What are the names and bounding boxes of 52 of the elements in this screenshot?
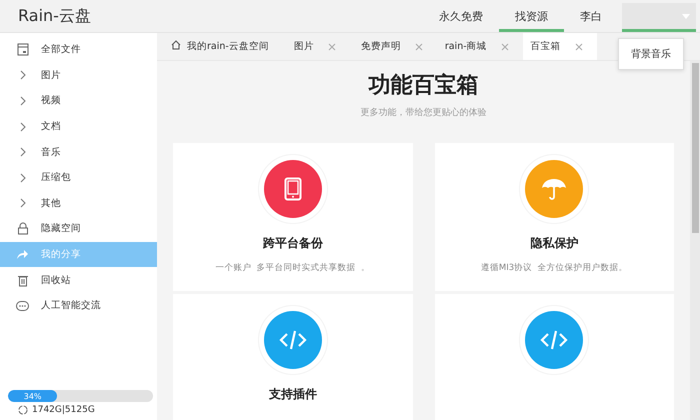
chat-icon — [16, 300, 29, 311]
chevron-right-icon — [18, 70, 26, 80]
home-icon — [171, 40, 181, 50]
close-icon[interactable] — [500, 42, 509, 50]
sidebar-item[interactable]: 音乐 — [0, 139, 157, 165]
lock-icon — [16, 222, 28, 236]
close-icon[interactable] — [574, 42, 583, 50]
storage-progress-fill: 34% — [8, 390, 58, 402]
feature-title: 隐私保护 — [530, 235, 578, 252]
code-icon — [278, 329, 307, 351]
feature-description: 一个账户 多平台同时实式共享数据 。 — [215, 262, 370, 274]
sidebar-item[interactable]: 视频 — [0, 88, 157, 114]
file-icon — [16, 43, 28, 56]
tab[interactable]: 免费声明 — [352, 33, 437, 60]
caret-icon — [682, 14, 690, 18]
tab[interactable]: rain-商城 — [436, 33, 523, 60]
umbrella-icon — [541, 177, 568, 201]
app-title: Rain-云盘 — [17, 4, 92, 26]
sidebar-item[interactable]: 压缩包 — [0, 164, 157, 191]
close-icon[interactable] — [328, 42, 336, 50]
tablet-icon — [284, 177, 302, 201]
chevron-right-icon — [18, 198, 26, 208]
nav-link[interactable]: 李白 — [564, 3, 618, 32]
sidebar-item[interactable]: 其他 — [0, 190, 157, 216]
chevron-right-icon — [18, 96, 26, 106]
sidebar-item[interactable]: 回收站 — [0, 267, 157, 293]
feature-title: 支持插件 — [268, 386, 317, 403]
chevron-right-icon — [18, 122, 26, 132]
sidebar-item[interactable]: 文档 — [0, 114, 157, 140]
tab[interactable]: 图片 — [282, 33, 353, 60]
share-icon — [16, 249, 29, 260]
user-menu-button[interactable] — [622, 3, 696, 32]
page-heading: 功能百宝箱 — [368, 72, 478, 100]
nav-link[interactable]: 永久免费 — [423, 3, 499, 32]
scrollbar[interactable] — [690, 61, 700, 420]
sidebar-item[interactable]: 图片 — [0, 62, 157, 88]
feature-description: 遵循MI3协议 全方位保护用户数据。 — [480, 262, 628, 274]
storage-usage: 1742G|5125G — [32, 405, 95, 415]
code-icon — [540, 329, 568, 351]
tab[interactable]: 我的rain-云盘空间 — [163, 33, 283, 60]
tab[interactable]: 百宝箱 — [522, 33, 597, 60]
refresh-icon — [18, 405, 28, 415]
dropdown-menu-item[interactable]: 背景音乐 — [618, 38, 684, 70]
chevron-right-icon — [18, 172, 26, 183]
page-subtitle: 更多功能，带给您更贴心的体验 — [360, 106, 486, 119]
feature-title: 跨平台备份 — [262, 235, 323, 252]
chevron-right-icon — [18, 147, 26, 158]
sidebar-item[interactable]: 隐藏空间 — [0, 216, 157, 242]
close-icon[interactable] — [414, 42, 423, 50]
sidebar-item[interactable]: 全部文件 — [0, 37, 157, 63]
sidebar-item[interactable]: 人工智能交流 — [0, 292, 157, 319]
trash-icon — [16, 274, 28, 287]
